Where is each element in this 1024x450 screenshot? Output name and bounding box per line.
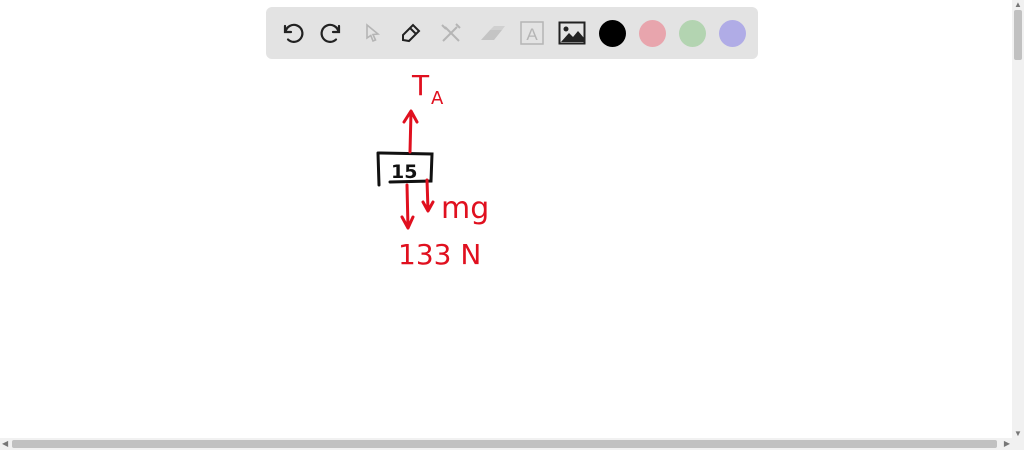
horizontal-scrollbar[interactable]: ◀ ▶ [0,438,1024,450]
drawing-canvas[interactable]: 15 T A mg 133 N [0,0,1012,438]
mg-arrow [421,178,435,213]
scroll-left-icon[interactable]: ◀ [2,439,8,448]
mass-box: 15 [376,151,434,187]
tension-subscript: A [431,88,444,109]
weight-arrow [400,183,415,230]
tension-label: T [411,69,430,102]
weight-value: 133 N [398,238,481,271]
scroll-down-icon[interactable]: ▼ [1014,429,1022,438]
scroll-up-icon[interactable]: ▲ [1014,0,1022,9]
scroll-right-icon[interactable]: ▶ [1004,439,1010,448]
mass-label: 15 [391,161,417,183]
tension-arrow [402,109,419,154]
weight-symbol: mg [441,191,489,226]
vertical-scrollbar[interactable]: ▲ ▼ [1012,0,1024,438]
horizontal-scroll-thumb[interactable] [12,440,997,448]
vertical-scroll-thumb[interactable] [1014,10,1022,60]
